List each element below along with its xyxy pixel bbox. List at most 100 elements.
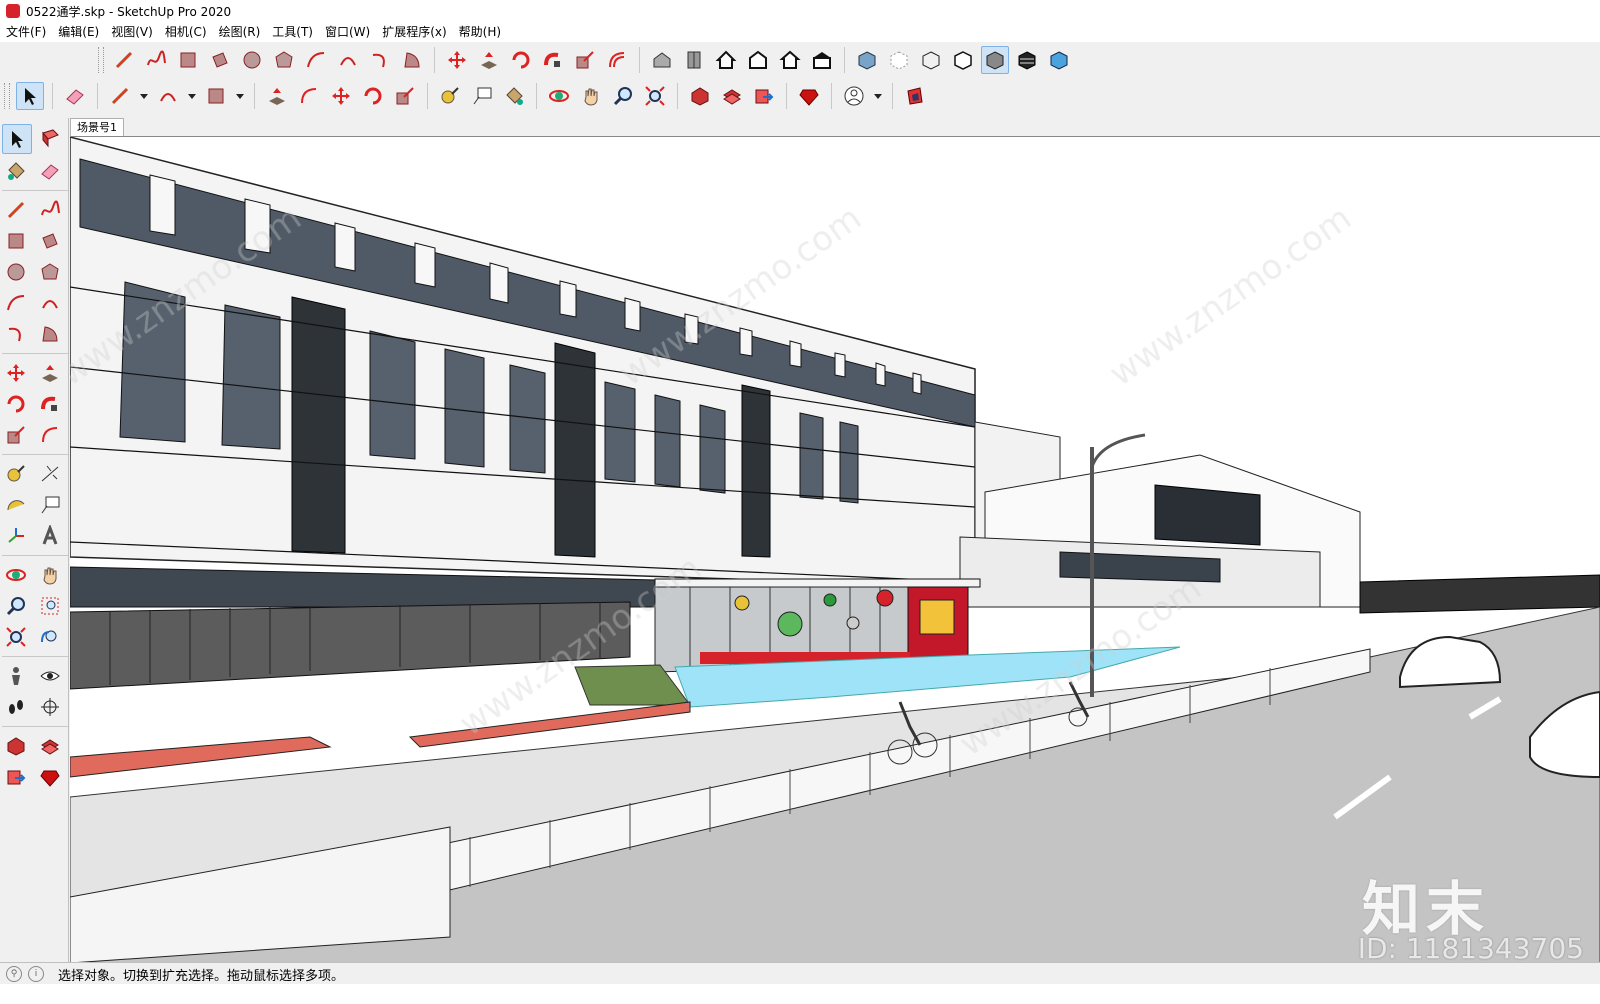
menu-extensions[interactable]: 扩展程序(x) [376, 22, 452, 42]
orbit-left[interactable] [2, 561, 30, 589]
push-pull-button[interactable] [475, 46, 503, 74]
zoom-left[interactable] [2, 592, 30, 620]
follow-me-button[interactable] [539, 46, 567, 74]
position-camera-left[interactable] [2, 662, 30, 690]
rectangle-left[interactable] [2, 227, 30, 255]
eraser-tool-button[interactable] [61, 82, 89, 110]
2point-arc-left[interactable] [36, 289, 64, 317]
section-plane-left[interactable] [36, 693, 64, 721]
select-tool-button[interactable] [16, 82, 44, 110]
3d-warehouse-left[interactable] [2, 732, 30, 760]
menu-edit[interactable]: 编辑(E) [52, 22, 105, 42]
scale-left[interactable] [2, 421, 30, 449]
scene-tab-1[interactable]: 场景号1 [70, 118, 124, 137]
offset-tool-button-2[interactable] [295, 82, 323, 110]
rotated-rectangle-button[interactable] [206, 46, 234, 74]
menu-draw[interactable]: 绘图(R) [213, 22, 267, 42]
shaded-textures-style-button[interactable] [1013, 46, 1041, 74]
offset-left[interactable] [36, 421, 64, 449]
circle-tool-button[interactable] [238, 46, 266, 74]
axes-left[interactable] [2, 522, 30, 550]
shaded-style-button[interactable] [981, 46, 1009, 74]
line-dropdown[interactable] [138, 82, 150, 110]
xray-style-button[interactable] [853, 46, 881, 74]
arc-dropdown[interactable] [186, 82, 198, 110]
rotated-rectangle-left[interactable] [36, 227, 64, 255]
rotate-tool-button[interactable] [507, 46, 535, 74]
protractor-left[interactable] [2, 491, 30, 519]
pan-left[interactable] [36, 561, 64, 589]
extension-warehouse-button[interactable] [718, 82, 746, 110]
make-component-left[interactable] [36, 124, 64, 152]
menu-camera[interactable]: 相机(C) [159, 22, 213, 42]
send-to-layout-button[interactable] [750, 82, 778, 110]
standard-view-left-button[interactable] [808, 46, 836, 74]
move-left[interactable] [2, 359, 30, 387]
menu-tools[interactable]: 工具(T) [266, 22, 319, 42]
paint-bucket-button[interactable] [500, 82, 528, 110]
line-tool-button-2[interactable] [106, 82, 134, 110]
geolocation-icon[interactable]: ⚲ [6, 966, 22, 982]
section-plane-button[interactable] [901, 82, 929, 110]
rotate-tool-button-2[interactable] [359, 82, 387, 110]
zoom-extents-button[interactable] [641, 82, 669, 110]
rotate-left[interactable] [2, 390, 30, 418]
zoom-extents-left[interactable] [2, 623, 30, 651]
pan-tool-button[interactable] [577, 82, 605, 110]
tape-measure-button[interactable] [436, 82, 464, 110]
select-tool-left[interactable] [2, 124, 32, 154]
arc-tool-button[interactable] [302, 46, 330, 74]
walk-left[interactable] [2, 693, 30, 721]
scale-tool-button[interactable] [571, 46, 599, 74]
menu-help[interactable]: 帮助(H) [453, 22, 507, 42]
toolbar-grip[interactable] [98, 47, 104, 73]
hidden-line-style-button[interactable] [949, 46, 977, 74]
extension-manager-left[interactable] [36, 763, 64, 791]
push-pull-left[interactable] [36, 359, 64, 387]
info-icon[interactable]: i [28, 966, 44, 982]
shapes-dropdown[interactable] [234, 82, 246, 110]
follow-me-left[interactable] [36, 390, 64, 418]
freehand-left[interactable] [36, 196, 64, 224]
move-tool-button-2[interactable] [327, 82, 355, 110]
tape-measure-left[interactable] [2, 460, 30, 488]
arc-tool-button-2[interactable] [154, 82, 182, 110]
arc-left[interactable] [2, 289, 30, 317]
extension-manager-button[interactable] [795, 82, 823, 110]
polygon-left[interactable] [36, 258, 64, 286]
toolbar-grip[interactable] [4, 83, 10, 109]
monochrome-style-button[interactable] [1045, 46, 1073, 74]
polygon-tool-button[interactable] [270, 46, 298, 74]
dimension-left[interactable] [36, 460, 64, 488]
wireframe-style-button[interactable] [917, 46, 945, 74]
account-button[interactable] [840, 82, 868, 110]
text-tool-button[interactable] [468, 82, 496, 110]
line-tool-button[interactable] [110, 46, 138, 74]
offset-tool-button[interactable] [603, 46, 631, 74]
orbit-tool-button[interactable] [545, 82, 573, 110]
model-viewport[interactable]: www.znzmo.com www.znzmo.com www.znzmo.co… [70, 136, 1600, 963]
send-to-layout-left[interactable] [2, 763, 30, 791]
standard-view-top-button[interactable] [680, 46, 708, 74]
freehand-tool-button[interactable] [142, 46, 170, 74]
look-around-left[interactable] [36, 662, 64, 690]
extension-warehouse-left[interactable] [36, 732, 64, 760]
line-tool-left[interactable] [2, 196, 30, 224]
circle-left[interactable] [2, 258, 30, 286]
menu-file[interactable]: 文件(F) [0, 22, 52, 42]
pie-tool-button[interactable] [398, 46, 426, 74]
standard-view-iso-button[interactable] [648, 46, 676, 74]
standard-view-back-button[interactable] [776, 46, 804, 74]
zoom-window-left[interactable] [36, 592, 64, 620]
3d-warehouse-button[interactable] [686, 82, 714, 110]
back-edges-style-button[interactable] [885, 46, 913, 74]
account-dropdown[interactable] [872, 82, 884, 110]
menu-view[interactable]: 视图(V) [105, 22, 159, 42]
push-pull-button-2[interactable] [263, 82, 291, 110]
eraser-left[interactable] [36, 157, 64, 185]
standard-view-right-button[interactable] [744, 46, 772, 74]
shapes-tool-button[interactable] [202, 82, 230, 110]
previous-view-left[interactable] [36, 623, 64, 651]
pie-left[interactable] [36, 320, 64, 348]
zoom-tool-button[interactable] [609, 82, 637, 110]
